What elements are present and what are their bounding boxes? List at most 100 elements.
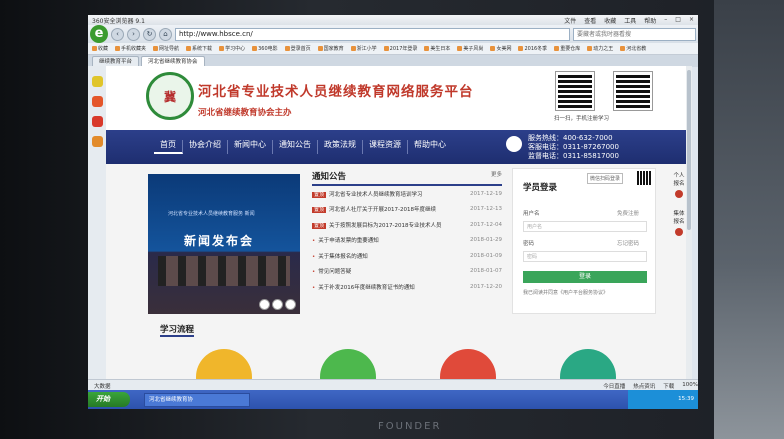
home-icon[interactable]: ⌂ [159,27,172,41]
step-register-icon[interactable] [196,349,252,379]
nav-home[interactable]: 首页 [154,140,183,154]
nav-about[interactable]: 协会介绍 [183,140,228,154]
bookmark-item[interactable]: 动力之王 [587,45,613,52]
notice-item[interactable]: • 关于补发2016年度继续教育证书的通知 2017-12-20 [312,279,502,295]
carousel-dot[interactable] [272,299,283,310]
bookmark-item[interactable]: 学习中心 [219,45,245,52]
bookmark-item[interactable]: 网址导航 [153,45,179,52]
bookmark-item[interactable]: 美子风尚 [457,45,483,52]
notice-panel: 通知公告 更多 置顶 河北省专业技术人员继续教育培训学习 2017-12-19 置… [312,170,502,310]
nav-notices[interactable]: 通知公告 [273,140,318,154]
page-icon [186,46,192,51]
notice-item[interactable]: • 关于申请发票的重要通知 2018-01-29 [312,233,502,249]
agreement-note[interactable]: 我已阅读并同意《用户平台服务协议》 [523,289,608,296]
register-link[interactable]: 免费注册 [617,209,639,217]
minimize-icon[interactable]: – [664,16,667,25]
background-desk [714,0,784,439]
status-download[interactable]: 下载 [663,382,674,390]
weibo-icon[interactable] [91,76,103,87]
bookmark-item[interactable]: 2016冬季 [518,45,547,52]
nav-policies[interactable]: 政策法规 [318,140,363,154]
notice-item[interactable]: 置顶 河北省专业技术人员继续教育培训学习 2017-12-19 [312,186,502,202]
search-input[interactable]: 要藏者或我时器看搜 [573,27,696,41]
step-certificate-icon[interactable] [560,349,616,379]
menu-view[interactable]: 查看 [584,16,596,25]
maximize-icon[interactable]: □ [675,16,681,25]
back-icon[interactable]: ‹ [111,27,124,41]
username-label: 用户名 [523,211,540,217]
status-live[interactable]: 今日直播 [603,382,625,390]
menu-file[interactable]: 文件 [564,16,576,25]
notice-item[interactable]: • 常见问题答疑 2018-01-07 [312,264,502,280]
notice-item-text: 常见问题答疑 [318,269,352,276]
bookmark-item[interactable]: 浙江小学 [350,45,377,52]
site-header: 冀 河北省专业技术人员继续教育网络服务平台 河北省继续教育协会主办 扫一扫，手机… [106,66,692,130]
bullet-icon: • [312,253,316,260]
carousel-dot[interactable] [259,299,270,310]
notice-more-link[interactable]: 更多 [491,170,502,182]
login-qr-icon[interactable] [637,171,651,185]
group-avatar-icon[interactable] [675,228,683,236]
close-icon[interactable]: × [689,16,694,25]
bookmarks-bar: 收藏 手机收藏夹 网址导航 系统下载 学习中心 360电影 登录首页 国家教育 … [88,43,698,55]
main-nav: 首页 协会介绍 新闻中心 通知公告 政策法规 课程资源 帮助中心 服务热线：40… [106,130,692,164]
login-button[interactable]: 登录 [523,271,647,283]
username-field[interactable]: 用户名 [523,221,647,232]
address-bar[interactable]: http://www.hbsce.cn/ [175,27,570,41]
monitor-brand-logo: FOUNDER [378,421,442,432]
shop-icon[interactable] [91,136,103,147]
notice-title: 通知公告 [312,172,347,182]
status-news[interactable]: 热点资讯 [633,382,655,390]
forgot-password-link[interactable]: 忘记密码 [617,239,639,247]
news-carousel[interactable]: 河北省专业技术人员继续教育服务 新闻 新闻发布会 [148,174,300,314]
bookmark-item[interactable]: 收藏 [92,45,108,52]
game-icon[interactable] [91,116,103,127]
notice-item-text: 关于集体报名的通知 [318,253,368,260]
pinned-badge: 置顶 [312,207,327,214]
system-clock[interactable]: 15:39 [628,390,698,409]
notice-item[interactable]: 置顶 关于按照发展目标为2017-2018专业技术人员 2017-12-04 [312,217,502,233]
menu-tools[interactable]: 工具 [624,16,636,25]
browser-logo-icon[interactable]: e [90,25,108,43]
refresh-icon[interactable]: ↻ [143,27,156,41]
bookmark-item[interactable]: 河北省教 [620,45,646,52]
status-bigdata[interactable]: 大数据 [94,382,111,390]
personal-avatar-icon[interactable] [675,190,683,198]
nav-help[interactable]: 帮助中心 [408,140,452,154]
password-field[interactable]: 密码 [523,251,647,262]
status-zoom[interactable]: 100% [682,382,698,390]
carousel-dot[interactable] [285,299,296,310]
association-emblem-icon: 冀 [146,72,194,120]
step-exam-icon[interactable] [440,349,496,379]
step-learn-icon[interactable] [320,349,376,379]
bookmark-item[interactable]: 2017年登录 [383,45,417,52]
taskbar-window-item[interactable]: 河北省继续教育协 [144,392,250,407]
scrollbar-thumb[interactable] [687,70,691,230]
forward-icon[interactable]: › [127,27,140,41]
bookmark-item[interactable]: 国家教育 [317,45,344,52]
page-icon [252,46,258,51]
page-scrollbar[interactable] [686,66,692,379]
menu-help[interactable]: 帮助 [644,16,656,25]
nav-courses[interactable]: 课程资源 [363,140,408,154]
start-button[interactable]: 开始 [88,392,130,407]
bookmark-item[interactable]: 女美网 [490,45,511,52]
notice-item[interactable]: 置顶 河北省人社厅关于开展2017-2018年度继续 2017-12-13 [312,202,502,218]
site-subtitle: 河北省继续教育协会主办 [198,107,292,117]
bookmark-item[interactable]: 美生日本 [424,45,450,52]
bookmark-item[interactable]: 手机收藏夹 [115,45,146,52]
notice-item[interactable]: • 关于集体报名的通知 2018-01-09 [312,248,502,264]
bookmark-item[interactable]: 系统下载 [186,45,212,52]
bookmark-item[interactable]: 重要仓库 [554,45,580,52]
menu-favorites[interactable]: 收藏 [604,16,616,25]
news-icon[interactable] [91,96,103,107]
bookmark-item[interactable]: 登录首页 [284,45,311,52]
notice-item-date: 2018-01-09 [470,252,502,259]
bullet-icon: • [312,269,316,276]
page-icon [490,46,496,51]
hotline-support: 客服电话：0311-87267000 [528,143,619,151]
nav-news[interactable]: 新闻中心 [228,140,273,154]
site-title: 河北省专业技术人员继续教育网络服务平台 [198,84,474,99]
bookmark-item[interactable]: 360电影 [252,45,278,52]
wechat-login-link[interactable]: 微信扫码登录 [587,173,624,184]
